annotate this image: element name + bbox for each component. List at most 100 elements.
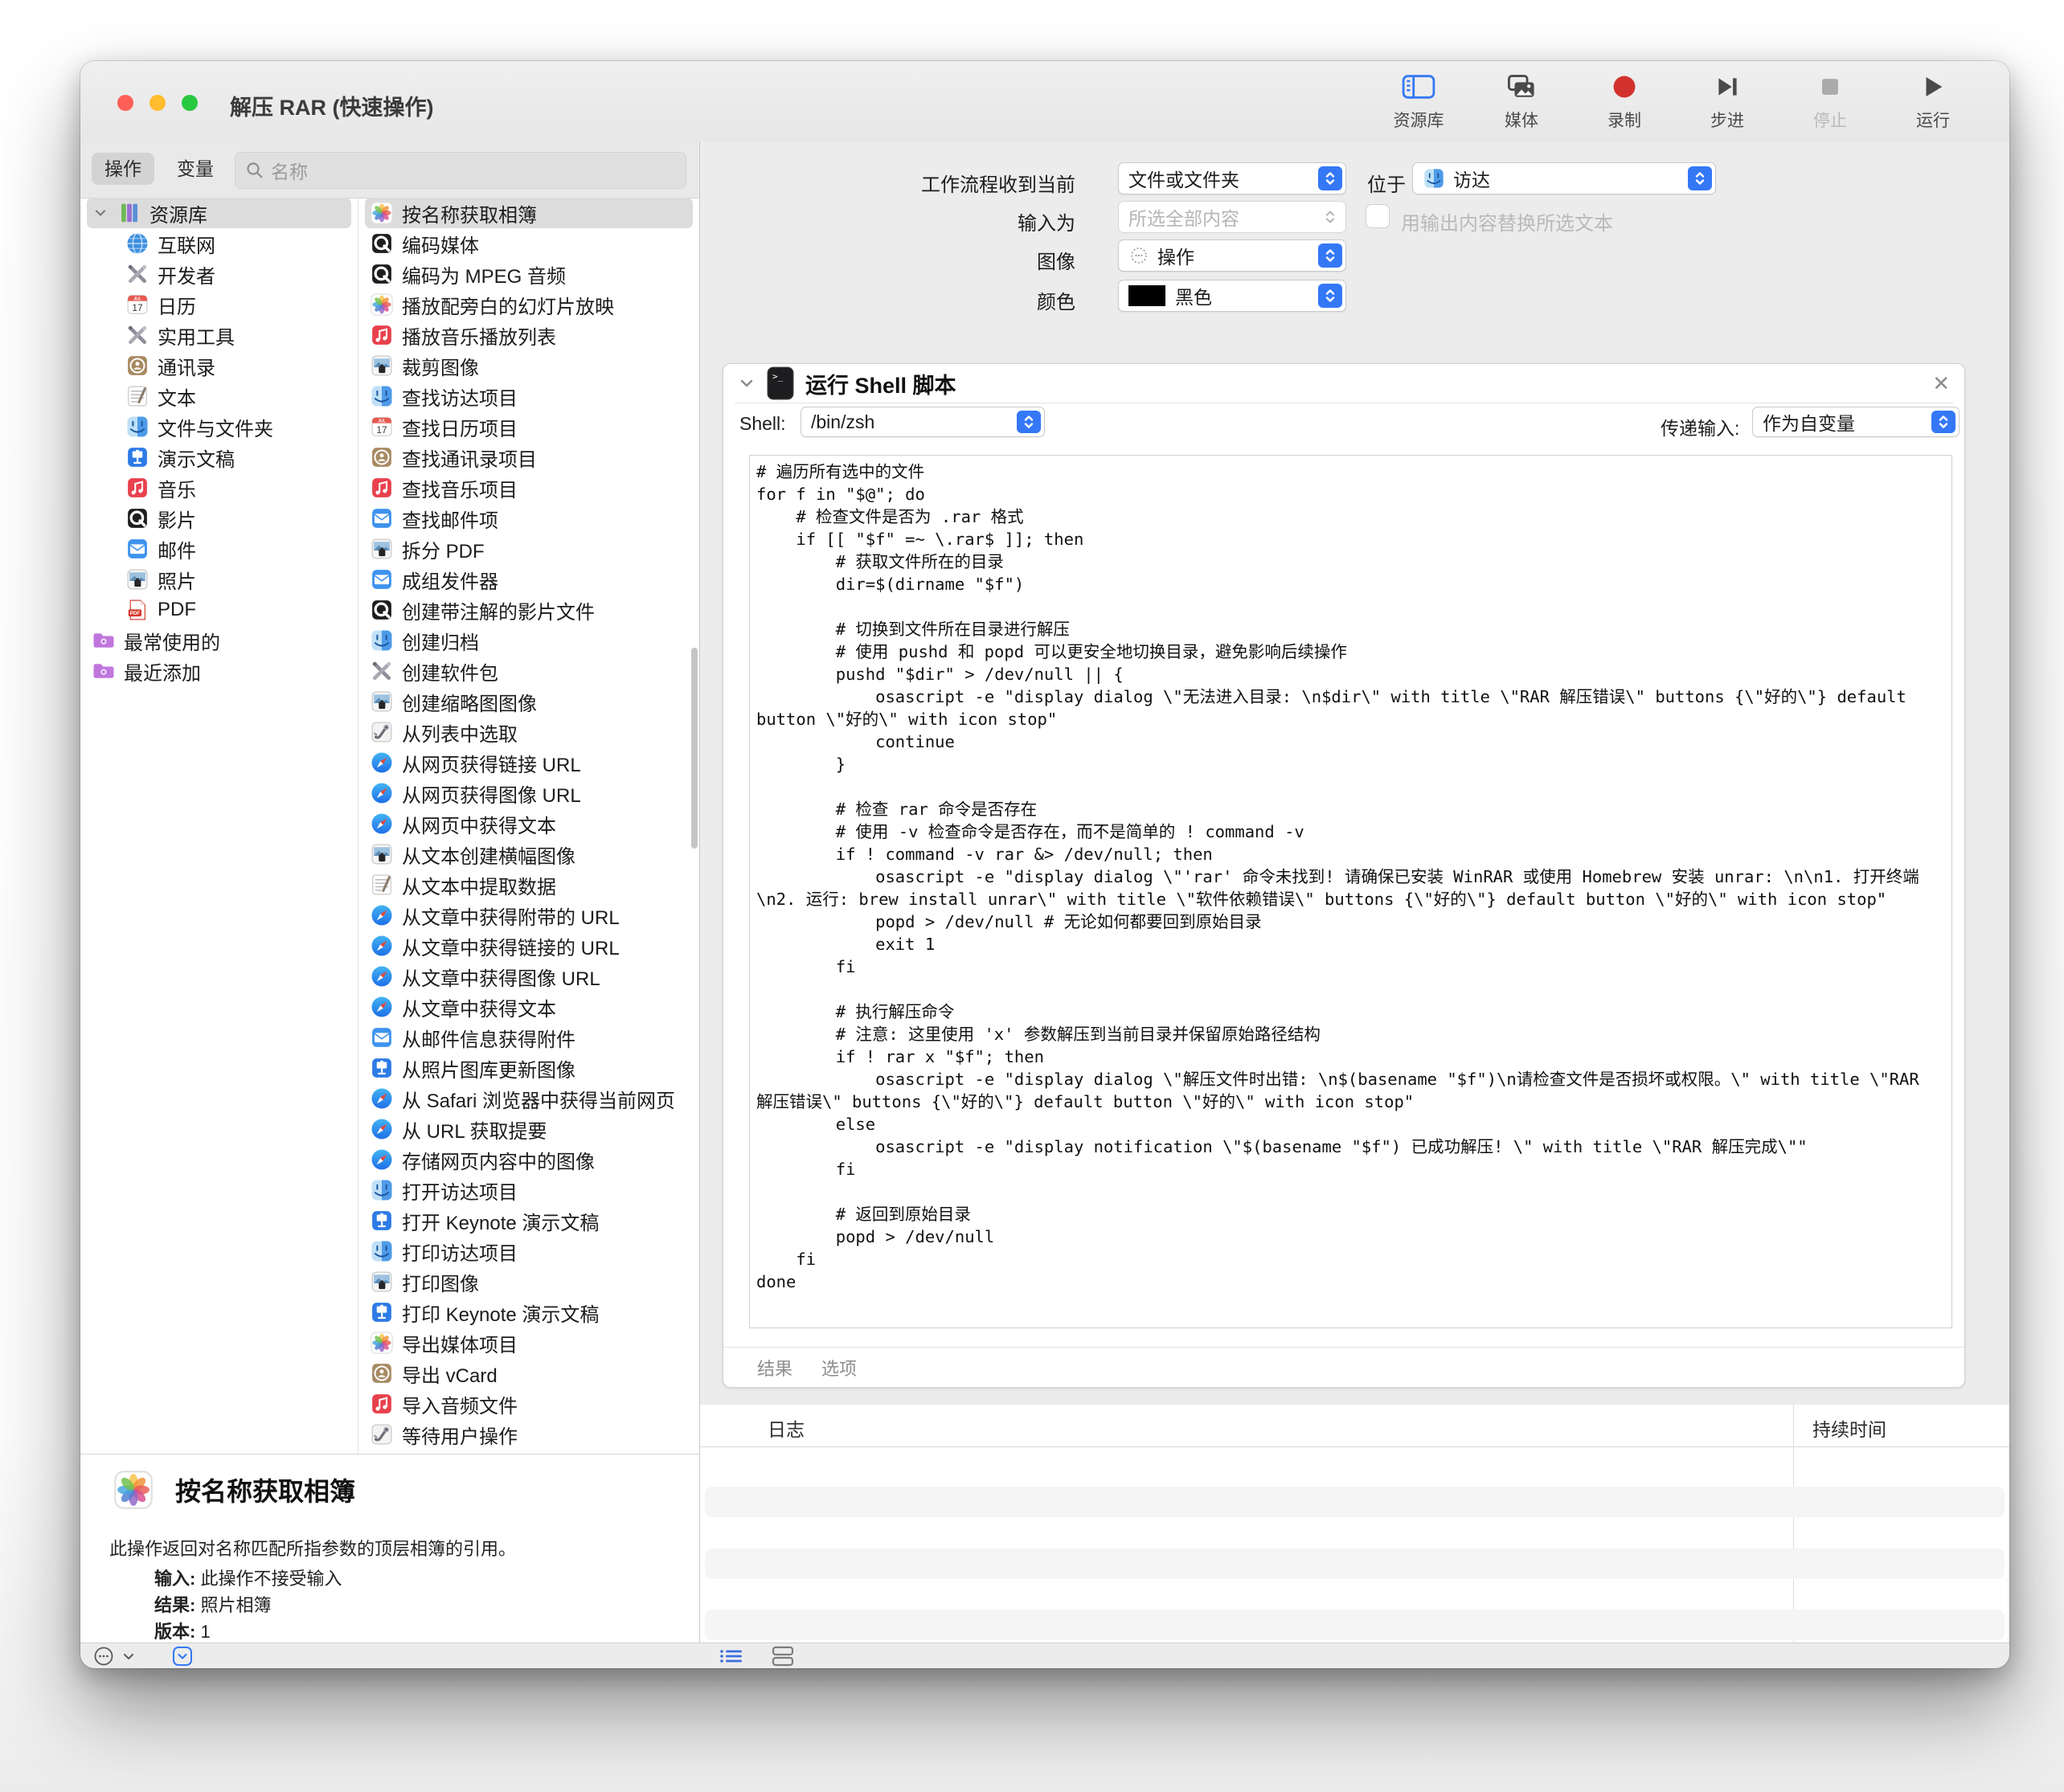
tab-variables[interactable]: 变量 (164, 153, 227, 185)
more-options-icon[interactable] (93, 1646, 114, 1667)
category-item[interactable]: 开发者 (87, 259, 351, 289)
chevron-down-icon[interactable] (122, 1650, 135, 1663)
pass-input-select[interactable]: 作为自变量 (1752, 407, 1960, 437)
toolbar-button-step[interactable]: 步进 (1699, 71, 1755, 132)
action-item[interactable]: 从网页获得链接 URL (365, 747, 693, 778)
toolbar-button-run[interactable]: 运行 (1905, 71, 1961, 132)
shell-script-editor[interactable]: # 遍历所有选中的文件 for f in "$@"; do # 检查文件是否为 … (749, 455, 1952, 1328)
action-item[interactable]: 创建归档 (365, 625, 693, 656)
list-view-icon[interactable] (719, 1646, 743, 1667)
action-item[interactable]: 导出媒体项目 (365, 1328, 693, 1358)
safari-icon (370, 995, 394, 1019)
description-field: 版本: 1 (154, 1618, 342, 1645)
collapse-variables-icon[interactable] (172, 1646, 193, 1667)
action-item[interactable]: 从 Safari 浏览器中获得当前网页 (365, 1083, 693, 1114)
category-item[interactable]: 音乐 (87, 473, 351, 503)
zoom-window-button[interactable] (182, 95, 198, 111)
workflow-receives-select[interactable]: 文件或文件夹 (1118, 162, 1346, 194)
finder-icon (370, 1239, 394, 1263)
action-item[interactable]: 成组发件器 (365, 564, 693, 595)
action-item[interactable]: 打开访达项目 (365, 1175, 693, 1205)
toolbar-button-library[interactable]: 资源库 (1390, 71, 1447, 132)
category-item[interactable]: 文本 (87, 381, 351, 411)
action-item[interactable]: 创建缩略图图像 (365, 686, 693, 717)
options-link[interactable]: 选项 (821, 1355, 857, 1381)
collapse-chevron-icon[interactable] (738, 374, 756, 392)
category-item[interactable]: 最常使用的 (87, 625, 351, 656)
category-item[interactable]: JUL17日历 (87, 289, 351, 320)
action-item[interactable]: 从文章中获得文本 (365, 992, 693, 1022)
close-window-button[interactable] (117, 95, 133, 111)
category-item[interactable]: 互联网 (87, 228, 351, 259)
action-item[interactable]: 从 URL 获取提要 (365, 1114, 693, 1144)
action-item[interactable]: 从文章中获得图像 URL (365, 961, 693, 992)
action-item[interactable]: 编码媒体 (365, 228, 693, 259)
action-item[interactable]: 查找通讯录项目 (365, 442, 693, 473)
results-link[interactable]: 结果 (757, 1355, 792, 1381)
category-item[interactable]: 演示文稿 (87, 442, 351, 473)
action-item[interactable]: 播放音乐播放列表 (365, 320, 693, 350)
chevron-down-icon[interactable] (92, 206, 109, 220)
action-item[interactable]: 从网页中获得文本 (365, 808, 693, 839)
action-item[interactable]: 从文章中获得附带的 URL (365, 900, 693, 931)
action-item[interactable]: 从文章中获得链接的 URL (365, 931, 693, 961)
action-item[interactable]: 查找音乐项目 (365, 473, 693, 503)
library-panel: 操作 变量 名称 资源库互联网开发者JUL17日历实用工具通讯录文本文件与文件夹… (80, 141, 699, 1643)
category-item[interactable]: 文件与文件夹 (87, 411, 351, 442)
action-item[interactable]: 打印访达项目 (365, 1236, 693, 1266)
safari-icon (370, 781, 394, 805)
minimize-window-button[interactable] (149, 95, 166, 111)
stacked-view-icon[interactable] (771, 1645, 795, 1667)
tab-actions[interactable]: 操作 (92, 153, 154, 185)
color-select[interactable]: 黑色 (1118, 280, 1346, 312)
action-item[interactable]: 裁剪图像 (365, 350, 693, 381)
description-field: 结果: 照片相簿 (154, 1592, 342, 1618)
action-item[interactable]: 从网页获得图像 URL (365, 778, 693, 808)
action-item[interactable]: 存储网页内容中的图像 (365, 1144, 693, 1175)
title-bar[interactable]: 解压 RAR (快速操作) 资源库媒体录制步进停止运行 (80, 61, 2009, 142)
search-icon (245, 161, 264, 180)
action-item[interactable]: 打印图像 (365, 1266, 693, 1297)
action-item[interactable]: 从列表中选取 (365, 717, 693, 747)
action-description-panel: 按名称获取相簿 此操作返回对名称匹配所指参数的顶层相簿的引用。 输入: 此操作不… (80, 1454, 699, 1643)
category-item[interactable]: 影片 (87, 503, 351, 534)
action-item[interactable]: 从文本中提取数据 (365, 869, 693, 900)
pass-input-label: 传递输入: (1661, 413, 1739, 440)
toolbar-button-record[interactable]: 录制 (1596, 71, 1652, 132)
category-item[interactable]: PDFPDF (87, 595, 351, 625)
category-item[interactable]: 通讯录 (87, 350, 351, 381)
action-item[interactable]: 创建软件包 (365, 656, 693, 686)
category-item[interactable]: 最近添加 (87, 656, 351, 686)
action-item[interactable]: 按名称获取相簿 (365, 198, 693, 228)
close-action-icon[interactable]: ✕ (1932, 371, 1950, 396)
keynote-icon (370, 1056, 394, 1080)
action-item[interactable]: 编码为 MPEG 音频 (365, 259, 693, 289)
action-item[interactable]: 导出 vCard (365, 1358, 693, 1389)
search-input[interactable]: 名称 (235, 152, 686, 189)
toolbar-button-media[interactable]: 媒体 (1493, 71, 1550, 132)
image-select[interactable]: 操作 (1118, 239, 1346, 272)
folder-icon (92, 628, 116, 653)
action-item[interactable]: 从照片图库更新图像 (365, 1053, 693, 1083)
application-select[interactable]: 访达 (1412, 162, 1716, 194)
action-item[interactable]: 从文本创建横幅图像 (365, 839, 693, 869)
action-list-scrollbar[interactable] (691, 648, 698, 849)
category-item[interactable]: 照片 (87, 564, 351, 595)
action-item[interactable]: 播放配旁白的幻灯片放映 (365, 289, 693, 320)
action-item[interactable]: JUL17查找日历项目 (365, 411, 693, 442)
action-item[interactable]: 打印 Keynote 演示文稿 (365, 1297, 693, 1328)
log-column-header: 日志 (768, 1414, 805, 1442)
action-item[interactable]: 查找邮件项 (365, 503, 693, 534)
category-item[interactable]: 资源库 (87, 198, 351, 228)
action-item[interactable]: 导入音频文件 (365, 1389, 693, 1419)
category-item[interactable]: 实用工具 (87, 320, 351, 350)
action-item[interactable]: 从邮件信息获得附件 (365, 1022, 693, 1053)
action-item[interactable]: 等待用户操作 (365, 1419, 693, 1450)
action-item[interactable]: 拆分 PDF (365, 534, 693, 564)
action-item[interactable]: 查找访达项目 (365, 381, 693, 411)
shell-select[interactable]: /bin/zsh (801, 407, 1045, 437)
category-item[interactable]: 邮件 (87, 534, 351, 564)
action-item[interactable]: 打开 Keynote 演示文稿 (365, 1205, 693, 1236)
action-item[interactable]: 创建带注解的影片文件 (365, 595, 693, 625)
music-icon (370, 476, 394, 500)
